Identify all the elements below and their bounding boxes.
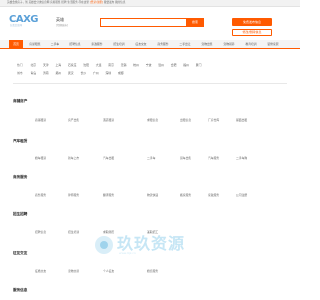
manage-info-button[interactable]: 修改/删除信息 xyxy=(232,29,272,36)
cities-label: 城市 xyxy=(17,71,23,75)
city-link[interactable]: 济南 xyxy=(43,71,49,75)
nav-item[interactable]: 教育培训 xyxy=(241,40,261,49)
nav-item-home[interactable]: 首页 xyxy=(9,40,23,49)
search-button[interactable]: 搜索 xyxy=(186,18,204,27)
city-link[interactable]: 宁波 xyxy=(146,63,152,67)
city-link[interactable]: 温州 xyxy=(158,63,164,67)
category-link[interactable]: 招生培训 xyxy=(68,230,79,234)
category-link[interactable]: 婚车租赁 xyxy=(35,156,46,160)
nav-item[interactable]: 房屋租售 xyxy=(25,40,45,49)
category-link[interactable]: 个人征友 xyxy=(103,269,114,273)
logo-subtitle: 分类信息网 xyxy=(10,24,22,27)
divider xyxy=(13,83,287,84)
post-info-button[interactable]: 免费发布信息 xyxy=(232,18,272,26)
city-link[interactable]: 武汉 xyxy=(68,71,74,75)
category-link[interactable]: 二手车购 xyxy=(236,156,247,160)
category-link[interactable]: 新车上市 xyxy=(68,156,79,160)
category-link[interactable]: 翻译服务 xyxy=(103,193,114,197)
category-link[interactable]: 汽车服务 xyxy=(208,156,219,160)
watermark-logo-icon xyxy=(95,236,113,254)
city-link[interactable]: 广州 xyxy=(93,71,99,75)
category-link[interactable]: 家政服务 xyxy=(208,193,219,197)
top-bar: 英雄会找房子，到 英雄会分类信息网 房屋租售 招聘 生活服务 尽在这里 [登录/… xyxy=(0,0,300,7)
login-register-link[interactable]: [登录/注册] xyxy=(90,1,103,4)
city-link[interactable]: 沈阳 xyxy=(83,63,89,67)
category-link[interactable]: 二手车 xyxy=(147,156,155,160)
category-link[interactable]: 货车出售 xyxy=(180,156,191,160)
city-link[interactable]: 郑州 xyxy=(56,71,62,75)
category-link[interactable]: 律师服务 xyxy=(68,193,79,197)
city-link[interactable]: 青岛 xyxy=(31,71,37,75)
city-link[interactable]: 天津 xyxy=(43,63,49,67)
nav-item[interactable]: 商务服务 xyxy=(153,40,173,49)
category-link[interactable]: 铺面出租 xyxy=(236,118,247,122)
top-bar-text: 英雄会找房子，到 英雄会分类信息网 房屋租售 招聘 生活服务 尽在这里 xyxy=(7,1,89,4)
city-link[interactable]: 南京 xyxy=(108,63,114,67)
city-link[interactable]: 福州 xyxy=(183,63,189,67)
nav-item[interactable]: 招聘信息 xyxy=(65,40,85,49)
category-link[interactable]: 招聘信息 xyxy=(35,230,46,234)
switch-city-link[interactable]: [切换城市] xyxy=(56,24,68,27)
category-title[interactable]: 征友交友 xyxy=(13,251,27,255)
category-title[interactable]: 招生招聘 xyxy=(13,212,27,216)
current-city: 英雄 xyxy=(56,17,64,22)
category-link[interactable]: 厂房仓库 xyxy=(208,118,219,122)
city-link[interactable]: 大连 xyxy=(96,63,102,67)
city-link[interactable]: 无锡 xyxy=(121,63,127,67)
top-bar-suffix[interactable]: 我要发布 我的信息 xyxy=(104,1,126,4)
nav-item[interactable]: 家政服务 xyxy=(87,40,107,49)
nav-item[interactable]: 征友交友 xyxy=(131,40,151,49)
nav-item[interactable]: 二手出让 xyxy=(175,40,195,49)
header: CAXG 分类信息网 英雄 [切换城市] 搜索 免费发布信息 修改/删除信息 xyxy=(0,10,300,36)
city-link[interactable]: 深圳 xyxy=(106,71,112,75)
city-link[interactable]: 石家庄 xyxy=(68,63,76,67)
category-link[interactable]: 物流快递 xyxy=(147,193,158,197)
category-title[interactable]: 汽车租赁 xyxy=(13,139,27,143)
search-input[interactable] xyxy=(101,19,187,26)
category-link[interactable]: 宠物交易 xyxy=(68,269,79,273)
category-link[interactable]: 求租信息 xyxy=(147,118,158,122)
category-link[interactable]: 公司注册 xyxy=(236,193,247,197)
category-link[interactable]: 汽车出租 xyxy=(103,156,114,160)
nav-item[interactable]: 宠物出售 xyxy=(197,40,217,49)
nav-item[interactable]: 二手车 xyxy=(47,40,63,49)
city-link[interactable]: 上海 xyxy=(56,63,62,67)
hot-cities-row: 热门 北京 天津 上海 石家庄 沈阳 大连 南京 无锡 杭州 宁波 温州 合肥 … xyxy=(17,63,207,67)
category-link[interactable]: 征婚交友 xyxy=(35,269,46,273)
city-link[interactable]: 厦门 xyxy=(196,63,202,67)
city-link[interactable]: 北京 xyxy=(31,63,37,67)
hot-cities-label: 热门 xyxy=(17,63,23,67)
site-logo[interactable]: CAXG 分类信息网 xyxy=(9,15,43,29)
category-link[interactable]: 商务服务 xyxy=(35,193,46,197)
city-link[interactable]: 成都 xyxy=(118,71,124,75)
cities-row-2: 城市 青岛 济南 郑州 武汉 长沙 广州 深圳 成都 xyxy=(17,71,130,75)
nav-item[interactable]: 招生培训 xyxy=(109,40,129,49)
main-nav: 首页 房屋租售 二手车 招聘信息 家政服务 招生培训 征友交友 商务服务 二手出… xyxy=(0,40,300,49)
category-title[interactable]: 商铺房产 xyxy=(13,99,27,103)
city-link[interactable]: 杭州 xyxy=(133,63,139,67)
category-link[interactable]: 婚恋服务 xyxy=(147,269,158,273)
watermark: 玖玖资源 www.9jz.cn xyxy=(95,232,205,256)
nav-item[interactable]: 宠物领养 xyxy=(219,40,239,49)
category-title[interactable]: 服务信息 xyxy=(13,288,27,292)
city-link[interactable]: 合肥 xyxy=(171,63,177,67)
nav-item[interactable]: 装修家居 xyxy=(263,40,283,49)
city-link[interactable]: 长沙 xyxy=(81,71,87,75)
category-link[interactable]: 商铺租赁 xyxy=(35,118,46,122)
category-link[interactable]: 房产出售 xyxy=(68,118,79,122)
watermark-subtext: www.9jz.cn xyxy=(119,251,136,255)
search-box: 搜索 xyxy=(100,18,204,27)
category-link[interactable]: 出租信息 xyxy=(180,118,191,122)
category-link[interactable]: 酒店租赁 xyxy=(103,118,114,122)
category-link[interactable]: 搬家服务 xyxy=(180,193,191,197)
category-title[interactable]: 商务服务 xyxy=(13,175,27,179)
